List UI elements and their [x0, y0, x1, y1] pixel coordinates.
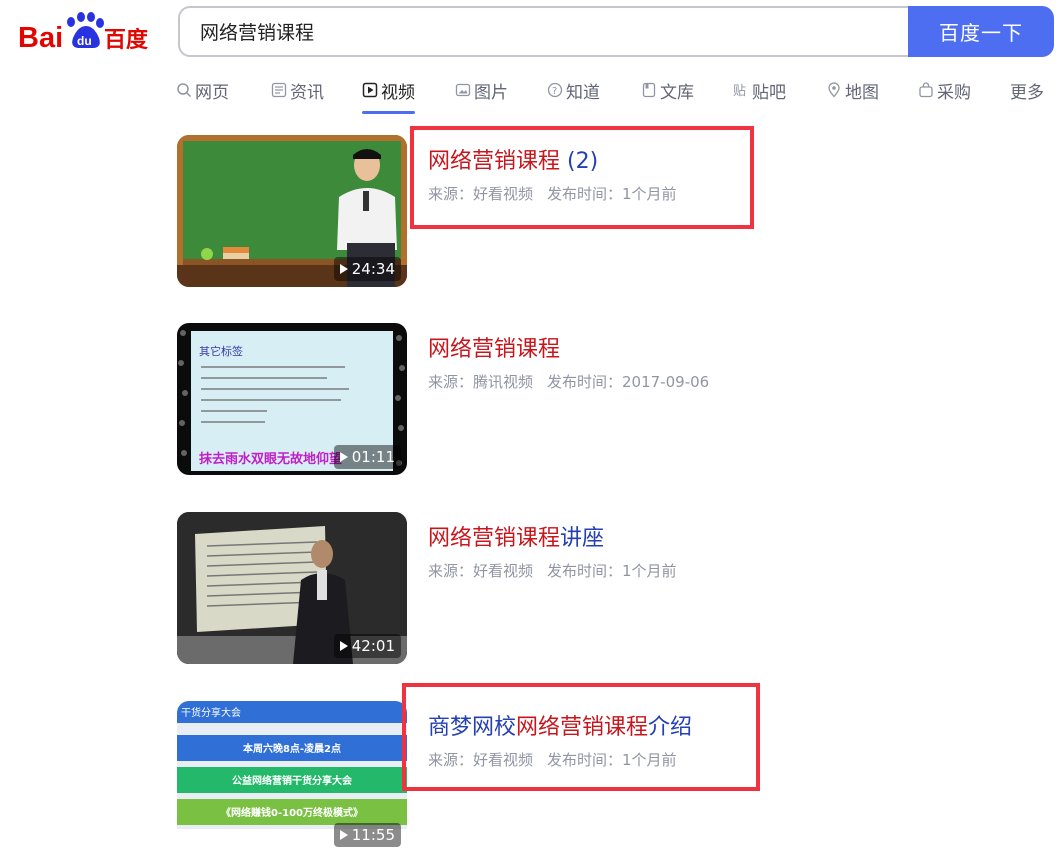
play-icon [339, 264, 348, 274]
result-published: 发布时间：1个月前 [547, 751, 677, 769]
tab-label: 资讯 [290, 82, 324, 103]
tab-images[interactable]: 图片 [455, 72, 508, 108]
video-thumbnail[interactable]: 其它标签 抹去雨水双眼无故地仰望 01:11 [177, 323, 407, 475]
result-meta: 来源：好看视频 发布时间：1个月前 [428, 749, 677, 770]
map-icon [826, 82, 842, 98]
play-icon [339, 452, 348, 462]
tab-purchase[interactable]: 采购 [918, 72, 971, 108]
video-thumbnail[interactable]: 24:34 [177, 135, 407, 287]
tab-more[interactable]: 更多 [1010, 72, 1044, 108]
result-published: 发布时间：1个月前 [547, 562, 677, 580]
svg-text:干货分享大会: 干货分享大会 [181, 706, 241, 719]
video-result: 其它标签 抹去雨水双眼无故地仰望 01:11 网络营销课程 来源：腾讯视频 发布时… [177, 323, 877, 477]
tab-label: 采购 [937, 82, 971, 103]
video-duration: 42:01 [333, 634, 401, 658]
tab-video[interactable]: 视频 [362, 72, 415, 114]
search-tabs: 网页 资讯 视频 图片 ? 知道 文库 贴 贴吧 地图 采购 更多 [176, 72, 1058, 114]
svg-text:du: du [77, 34, 92, 48]
bag-icon [918, 82, 934, 98]
play-icon [339, 830, 348, 840]
svg-text:《网络赚钱0-100万终极模式》: 《网络赚钱0-100万终极模式》 [221, 806, 363, 819]
tab-label: 更多 [1010, 82, 1044, 103]
search-input[interactable] [180, 8, 909, 55]
tieba-icon: 贴 [733, 82, 749, 99]
tab-label: 地图 [845, 82, 879, 103]
video-duration: 11:55 [333, 823, 401, 847]
svg-text:抹去雨水双眼无故地仰望: 抹去雨水双眼无故地仰望 [199, 451, 342, 467]
question-icon: ? [547, 82, 563, 98]
result-meta: 来源：好看视频 发布时间：1个月前 [428, 183, 677, 204]
result-title-link[interactable]: 商梦网校网络营销课程介绍 [428, 709, 692, 741]
svg-text:其它标签: 其它标签 [199, 344, 243, 358]
paw-icon: du [67, 12, 104, 48]
tab-web[interactable]: 网页 [176, 72, 229, 108]
video-thumbnail[interactable]: 42:01 [177, 512, 407, 664]
tab-tieba[interactable]: 贴 贴吧 [733, 72, 786, 108]
svg-text:百度: 百度 [104, 27, 149, 53]
video-result: 24:34 网络营销课程 (2) 来源：好看视频 发布时间：1个月前 [177, 135, 877, 289]
result-title-link[interactable]: 网络营销课程 (2) [428, 143, 598, 175]
result-title-link[interactable]: 网络营销课程讲座 [428, 520, 604, 552]
svg-text:本周六晚8点-凌晨2点: 本周六晚8点-凌晨2点 [243, 742, 341, 755]
video-icon [362, 82, 378, 98]
tab-label: 视频 [381, 82, 415, 103]
result-meta: 来源：好看视频 发布时间：1个月前 [428, 560, 677, 581]
video-result: 42:01 网络营销课程讲座 来源：好看视频 发布时间：1个月前 [177, 512, 877, 666]
svg-text:Bai: Bai [18, 22, 63, 54]
result-source: 来源：好看视频 [428, 185, 534, 203]
tab-label: 文库 [660, 82, 694, 103]
tab-wenku[interactable]: 文库 [641, 72, 694, 108]
tab-label: 贴吧 [752, 82, 786, 103]
tab-zhidao[interactable]: ? 知道 [547, 72, 600, 108]
result-published: 发布时间：1个月前 [547, 185, 677, 203]
search-button[interactable]: 百度一下 [908, 6, 1054, 57]
tab-label: 图片 [474, 82, 508, 103]
search-icon [176, 82, 192, 98]
svg-text:?: ? [552, 86, 557, 97]
document-icon [641, 82, 657, 98]
result-published: 发布时间：2017-09-06 [547, 373, 710, 391]
svg-text:贴: 贴 [733, 84, 746, 98]
result-source: 来源：好看视频 [428, 751, 534, 769]
baidu-logo[interactable]: Bai du 百度 [18, 10, 158, 56]
result-source: 来源：好看视频 [428, 562, 534, 580]
news-icon [271, 82, 287, 98]
image-icon [455, 82, 471, 98]
video-duration: 01:11 [333, 445, 401, 469]
result-title-link[interactable]: 网络营销课程 [428, 331, 560, 363]
tab-label: 网页 [195, 82, 229, 103]
tab-label: 知道 [566, 82, 600, 103]
video-thumbnail[interactable]: 干货分享大会 本周六晚8点-凌晨2点 公益网络营销干货分享大会 《网络赚钱0-1… [177, 701, 407, 853]
tab-map[interactable]: 地图 [826, 72, 879, 108]
video-result: 干货分享大会 本周六晚8点-凌晨2点 公益网络营销干货分享大会 《网络赚钱0-1… [177, 701, 877, 855]
play-icon [339, 641, 348, 651]
search-box[interactable] [178, 6, 909, 57]
result-meta: 来源：腾讯视频 发布时间：2017-09-06 [428, 371, 709, 392]
result-source: 来源：腾讯视频 [428, 373, 534, 391]
video-duration: 24:34 [333, 257, 401, 281]
tab-news[interactable]: 资讯 [271, 72, 324, 108]
svg-text:公益网络营销干货分享大会: 公益网络营销干货分享大会 [232, 774, 352, 787]
